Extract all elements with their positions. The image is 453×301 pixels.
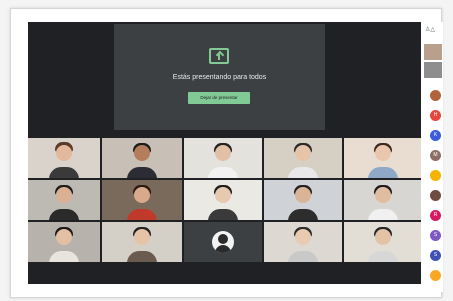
presenter-thumbnail[interactable] [424, 62, 442, 78]
participant-avatar[interactable]: K [430, 130, 441, 141]
participant-tile[interactable] [264, 222, 342, 262]
meeting-stage: Estás presentando para todos Dejar de pr… [28, 22, 421, 284]
participant-avatar[interactable]: S [430, 230, 441, 241]
participant-avatar[interactable] [430, 270, 441, 281]
participant-avatar[interactable] [430, 170, 441, 181]
participant-tile[interactable] [28, 180, 100, 220]
participant-tile[interactable] [102, 138, 182, 178]
participant-avatar[interactable] [430, 190, 441, 201]
presenting-message: Estás presentando para todos [172, 74, 267, 81]
participant-tile[interactable] [344, 138, 421, 178]
participant-tile[interactable] [28, 138, 100, 178]
participant-tile[interactable] [102, 180, 182, 220]
participant-avatar[interactable] [430, 90, 441, 101]
participant-tile[interactable] [344, 180, 421, 220]
participant-tile[interactable] [264, 138, 342, 178]
participant-avatar[interactable]: S [430, 250, 441, 261]
participant-tile[interactable] [344, 222, 421, 262]
participant-tile[interactable] [102, 222, 182, 262]
participant-tile[interactable] [264, 180, 342, 220]
present-screen-icon [209, 48, 229, 64]
participant-avatar[interactable]: R [430, 210, 441, 221]
avatar [212, 231, 234, 253]
participant-tile[interactable] [184, 180, 262, 220]
participant-tile[interactable] [28, 222, 100, 262]
participants-sidebar: ♙△ HKMRSS [421, 22, 443, 292]
presenting-panel: Estás presentando para todos Dejar de pr… [114, 24, 325, 130]
participant-tile[interactable] [184, 222, 262, 262]
participant-avatar[interactable]: H [430, 110, 441, 121]
participant-tile[interactable] [184, 138, 262, 178]
presenter-thumbnail[interactable] [424, 44, 442, 60]
stop-presenting-button[interactable]: Dejar de presentar [188, 92, 250, 104]
people-icon[interactable]: ♙△ [425, 26, 435, 33]
participant-avatar[interactable]: M [430, 150, 441, 161]
